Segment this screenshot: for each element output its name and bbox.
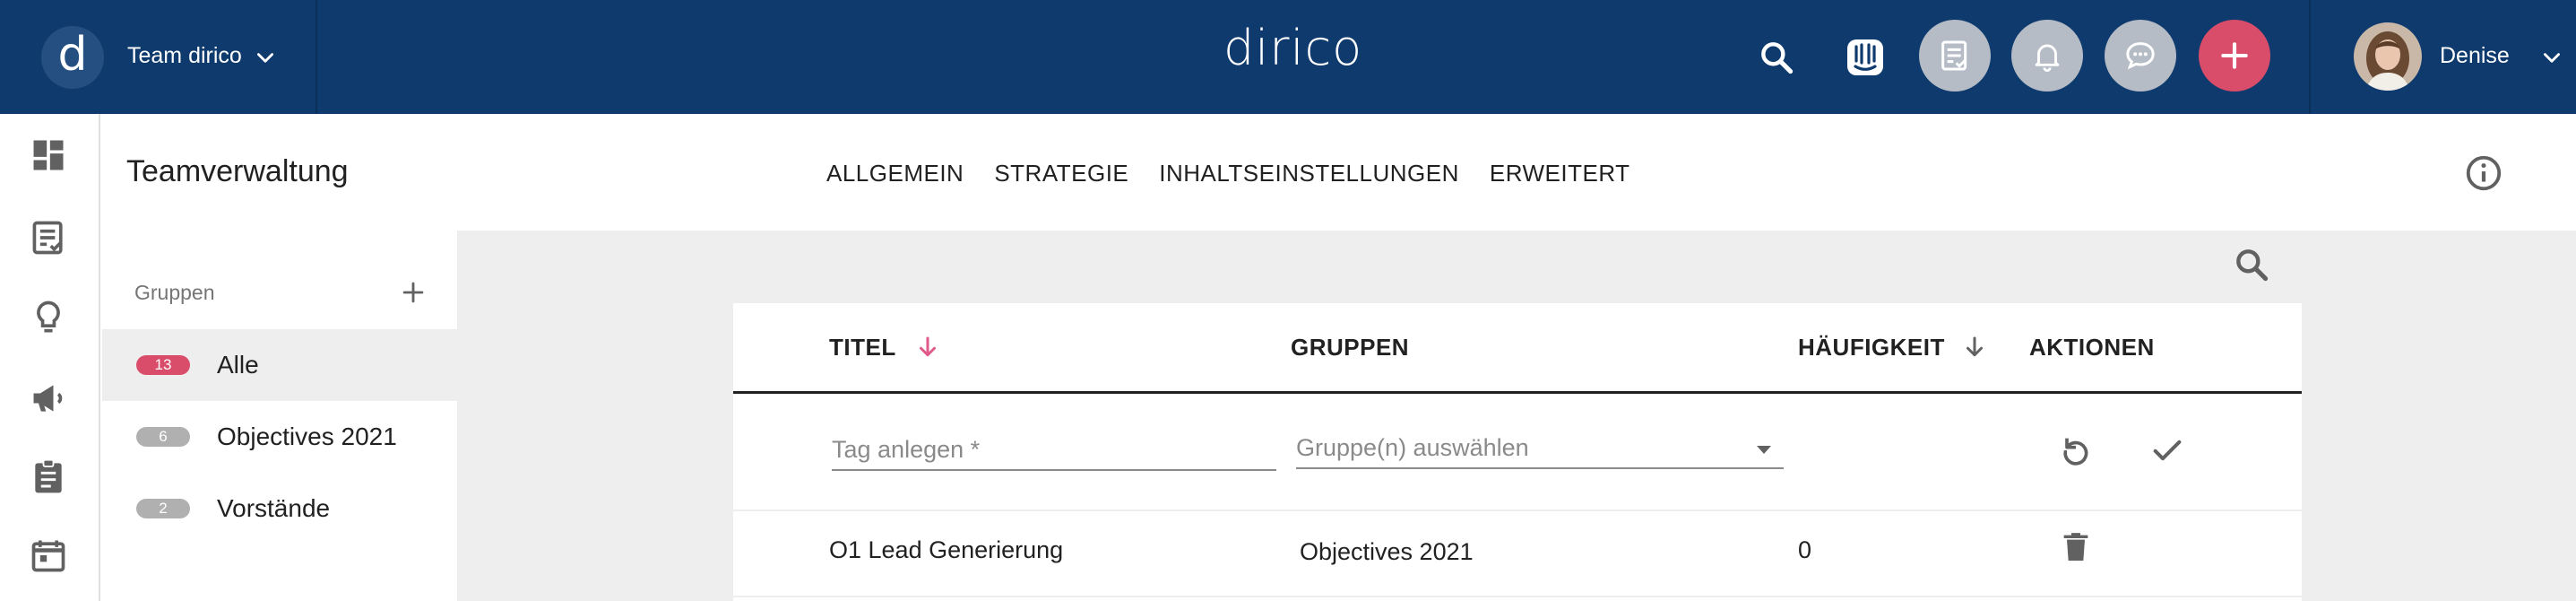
- groups-panel: Gruppen 13 Alle 6 Objectives 2021 2 Vors…: [102, 231, 457, 601]
- chat-icon: [2126, 42, 2155, 70]
- tags-table: TITEL GRUPPEN HÄUFIGKEIT AKTIONEN Tag an…: [733, 303, 2302, 601]
- lightbulb-icon[interactable]: [29, 298, 68, 337]
- column-header-frequency[interactable]: HÄUFIGKEIT: [1798, 334, 1945, 361]
- group-item-alle[interactable]: 13 Alle: [102, 329, 457, 401]
- notifications-button[interactable]: [2011, 20, 2083, 91]
- column-header-title[interactable]: TITEL: [829, 334, 896, 361]
- sort-arrow-down-icon[interactable]: [1961, 334, 1988, 361]
- avatar: [2354, 22, 2422, 91]
- cell-title: O1 Lead Generierung: [829, 536, 1064, 563]
- task-check-icon: [1941, 40, 1967, 71]
- confirm-check-icon[interactable]: [2149, 432, 2185, 468]
- search-icon[interactable]: [2232, 245, 2271, 284]
- tag-name-input[interactable]: Tag anlegen *: [832, 436, 1276, 471]
- megaphone-icon[interactable]: [29, 379, 68, 418]
- page-title: Teamverwaltung: [126, 154, 349, 188]
- brand-logo: dirico: [1223, 20, 1363, 76]
- add-group-icon[interactable]: [398, 277, 428, 308]
- user-name: Denise: [2440, 43, 2510, 68]
- tab-erweitert[interactable]: ERWEITERT: [1490, 160, 1630, 187]
- reset-icon[interactable]: [2058, 432, 2094, 468]
- tab-strategie[interactable]: STRATEGIE: [994, 160, 1128, 187]
- group-label: Vorstände: [217, 494, 331, 522]
- group-count-badge: 6: [136, 427, 190, 447]
- tab-inhaltseinstellungen[interactable]: INHALTSEINSTELLUNGEN: [1159, 160, 1459, 187]
- intercom-icon[interactable]: [1844, 36, 1887, 79]
- group-label: Objectives 2021: [217, 422, 397, 450]
- search-icon[interactable]: [1757, 38, 1796, 77]
- content-check-icon[interactable]: [29, 218, 68, 257]
- chat-button[interactable]: [2105, 20, 2176, 91]
- delete-icon[interactable]: [2058, 527, 2094, 567]
- header-divider: [733, 391, 2302, 394]
- tab-bar: ALLGEMEIN STRATEGIE INHALTSEINSTELLUNGEN…: [826, 160, 1661, 187]
- clipboard-icon[interactable]: [29, 457, 68, 496]
- sort-arrow-down-icon[interactable]: [914, 334, 941, 361]
- cell-groups: Objectives 2021: [1300, 538, 1474, 565]
- dropdown-arrow-icon: [1757, 446, 1771, 454]
- task-check-button[interactable]: [1919, 20, 1991, 91]
- info-icon[interactable]: [2463, 152, 2504, 194]
- group-label: Alle: [217, 351, 259, 379]
- group-item-vorstaende[interactable]: 2 Vorstände: [102, 473, 457, 544]
- row-divider: [733, 510, 2302, 511]
- nav-rail: [0, 114, 100, 601]
- group-count-badge: 13: [136, 355, 190, 375]
- groups-heading: Gruppen: [134, 281, 215, 304]
- row-divider: [733, 596, 2302, 597]
- calendar-icon[interactable]: [29, 536, 68, 575]
- group-select-placeholder: Gruppe(n) auswählen: [1296, 434, 1529, 461]
- tab-allgemein[interactable]: ALLGEMEIN: [826, 160, 964, 187]
- group-count-badge: 2: [136, 499, 190, 518]
- top-bar: d Team dirico dirico Denise: [0, 0, 2576, 114]
- plus-icon: [2221, 42, 2248, 69]
- column-header-actions: AKTIONEN: [2029, 334, 2155, 361]
- chevron-down-icon: [257, 53, 273, 63]
- column-header-groups[interactable]: GRUPPEN: [1291, 334, 1409, 361]
- group-select[interactable]: Gruppe(n) auswählen: [1296, 434, 1784, 469]
- tag-name-placeholder: Tag anlegen *: [832, 436, 981, 463]
- create-button[interactable]: [2199, 20, 2270, 91]
- user-menu[interactable]: Denise: [2309, 0, 2576, 114]
- team-logo: d: [41, 26, 104, 89]
- chevron-down-icon: [2544, 53, 2560, 63]
- bell-icon: [2035, 44, 2060, 72]
- dashboard-icon[interactable]: [29, 135, 68, 175]
- group-item-objectives-2021[interactable]: 6 Objectives 2021: [102, 401, 457, 473]
- team-switcher[interactable]: d Team dirico: [0, 0, 317, 114]
- team-name: Team dirico: [127, 43, 242, 68]
- cell-frequency: 0: [1798, 536, 1812, 563]
